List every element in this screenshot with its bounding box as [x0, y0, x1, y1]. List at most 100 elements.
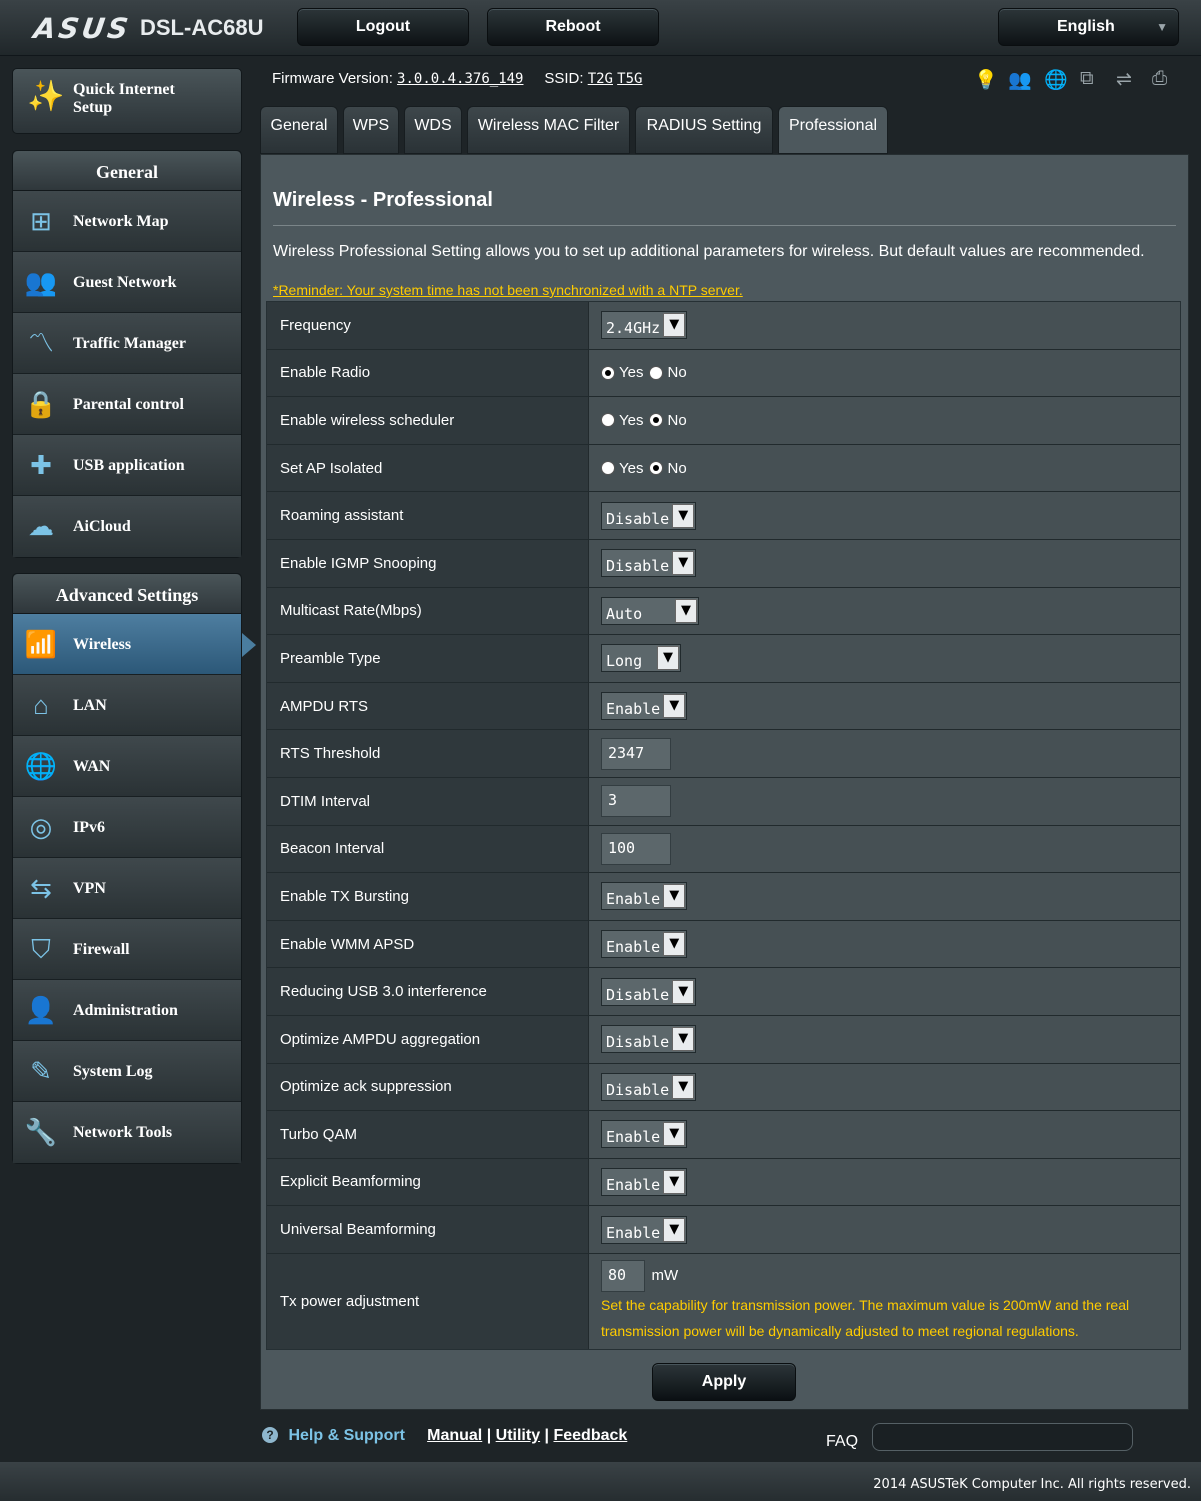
tx-bursting-select[interactable]: Enable ▼	[601, 882, 688, 911]
row-label: Universal Beamforming	[267, 1206, 589, 1253]
sidebar-item-aicloud[interactable]: ☁ AiCloud	[13, 496, 241, 557]
multicast-rate-select[interactable]: Auto ▼	[601, 596, 699, 625]
sidebar-item-wan[interactable]: 🌐 WAN	[13, 736, 241, 797]
ssid-24g-link[interactable]: T2G	[588, 71, 613, 87]
row-label: RTS Threshold	[267, 730, 589, 777]
ampdu-aggregation-select[interactable]: Disable ▼	[601, 1025, 697, 1054]
turbo-qam-select[interactable]: Enable ▼	[601, 1120, 688, 1149]
roaming-assistant-select[interactable]: Disable ▼	[601, 501, 697, 530]
sidebar-item-wireless[interactable]: 📶 Wireless	[13, 614, 241, 675]
chevron-down-icon: ▼	[672, 551, 695, 576]
ssid-5g-link[interactable]: T5G	[617, 71, 642, 87]
row-label: Enable Radio	[267, 349, 589, 397]
sidebar-item-label: Firewall	[73, 941, 130, 958]
tab-wps[interactable]: WPS	[343, 106, 399, 154]
ampdu-rts-select[interactable]: Enable ▼	[601, 692, 688, 721]
rts-threshold-input[interactable]: 2347	[601, 737, 671, 770]
sidebar-item-network-tools[interactable]: 🔧 Network Tools	[13, 1102, 241, 1163]
globe-icon[interactable]: 🌐	[1044, 68, 1068, 92]
sidebar-item-ipv6[interactable]: ◎ IPv6	[13, 797, 241, 858]
question-icon: ?	[262, 1427, 278, 1443]
universal-beamforming-select[interactable]: Enable ▼	[601, 1215, 688, 1244]
sidebar-item-administration[interactable]: 👤 Administration	[13, 980, 241, 1041]
ntp-reminder-link[interactable]: *Reminder: Your system time has not been…	[273, 282, 743, 298]
row-label: Reducing USB 3.0 interference	[267, 968, 589, 1015]
ap-isolated-no[interactable]: No	[649, 459, 687, 477]
sidebar-item-parental-control[interactable]: 🔒 Parental control	[13, 374, 241, 435]
tx-power-unit: mW	[651, 1266, 679, 1284]
select-value: Enable	[606, 890, 661, 909]
sidebar-item-label: WAN	[73, 758, 111, 775]
usb-icon[interactable]: ⇌	[1116, 68, 1132, 91]
preamble-type-select[interactable]: Long ▼	[601, 644, 681, 673]
logout-button[interactable]: Logout	[297, 8, 469, 46]
monitors-icon[interactable]: ⧉	[1080, 68, 1094, 90]
manual-link[interactable]: Manual	[427, 1427, 482, 1444]
table-row: Frequency 2.4GHz ▼	[267, 302, 1180, 350]
radio-checked	[649, 461, 664, 476]
chevron-down-icon: ▼	[672, 979, 695, 1004]
sidebar-item-guest-network[interactable]: 👥 Guest Network	[13, 252, 241, 313]
chevron-down-icon: ▼	[663, 1169, 686, 1194]
sidebar-item-lan[interactable]: ⌂ LAN	[13, 675, 241, 736]
sidebar-item-vpn[interactable]: ⇆ VPN	[13, 858, 241, 919]
enable-radio-no[interactable]: No	[649, 364, 687, 381]
faq-search-input[interactable]	[872, 1423, 1133, 1451]
bottom-bar: 2014 ASUSTeK Computer Inc. All rights re…	[0, 1462, 1201, 1501]
utility-link[interactable]: Utility	[496, 1427, 540, 1444]
asus-logo: ASUS	[31, 12, 134, 45]
tab-wireless-mac-filter[interactable]: Wireless MAC Filter	[467, 106, 630, 154]
tx-power-input[interactable]: 80	[601, 1259, 645, 1292]
row-label: DTIM Interval	[267, 777, 589, 825]
tab-radius-setting[interactable]: RADIUS Setting	[635, 106, 773, 154]
wifi-icon: 📶	[24, 629, 58, 659]
active-menu-pointer	[242, 633, 256, 657]
tab-general[interactable]: General	[260, 106, 338, 154]
firmware-version-link[interactable]: 3.0.0.4.376_149	[397, 71, 523, 87]
quick-internet-setup-button[interactable]: ✨ Quick Internet Setup	[12, 68, 242, 134]
language-select[interactable]: English ▼	[998, 8, 1179, 46]
ap-isolated-yes[interactable]: Yes	[601, 460, 643, 477]
frequency-select[interactable]: 2.4GHz ▼	[601, 311, 688, 340]
printer-icon[interactable]: ⎙	[1152, 68, 1167, 90]
scheduler-no[interactable]: No	[649, 412, 687, 429]
sidebar-item-usb-application[interactable]: ✚ USB application	[13, 435, 241, 496]
igmp-snooping-select[interactable]: Disable ▼	[601, 549, 697, 578]
row-label: Explicit Beamforming	[267, 1158, 589, 1206]
radio-label: No	[667, 459, 687, 477]
sidebar-item-firewall[interactable]: ⛉ Firewall	[13, 919, 241, 980]
ack-suppression-select[interactable]: Disable ▼	[601, 1072, 697, 1101]
row-label: Roaming assistant	[267, 492, 589, 539]
row-label: Enable IGMP Snooping	[267, 539, 589, 587]
explicit-beamforming-select[interactable]: Enable ▼	[601, 1167, 688, 1196]
feedback-link[interactable]: Feedback	[553, 1427, 627, 1444]
reboot-button[interactable]: Reboot	[487, 8, 659, 46]
enable-radio-yes[interactable]: Yes	[601, 364, 643, 381]
sidebar-item-label: AiCloud	[73, 518, 131, 535]
chevron-down-icon: ▼	[663, 313, 686, 338]
separator: |	[486, 1427, 492, 1444]
apply-button[interactable]: Apply	[652, 1363, 796, 1401]
chevron-down-icon: ▼	[675, 598, 697, 623]
quick-setup-label-line2: Setup	[73, 99, 113, 116]
beacon-interval-input[interactable]: 100	[601, 832, 671, 865]
firmware-status-line: Firmware Version: 3.0.0.4.376_149 SSID: …	[272, 70, 642, 87]
usb3-interference-select[interactable]: Disable ▼	[601, 977, 697, 1006]
sidebar-item-system-log[interactable]: ✎ System Log	[13, 1041, 241, 1102]
user-icon[interactable]: 👥	[1008, 68, 1032, 92]
traffic-icon: 〽	[27, 328, 54, 358]
network-map-icon: ⊞	[30, 206, 52, 236]
bulb-icon[interactable]: 💡	[974, 68, 998, 92]
sidebar-item-label: Traffic Manager	[73, 335, 186, 352]
tab-professional[interactable]: Professional	[778, 106, 888, 154]
sidebar-item-traffic-manager[interactable]: 〽 Traffic Manager	[13, 313, 241, 374]
scheduler-yes[interactable]: Yes	[601, 412, 643, 429]
dtim-interval-input[interactable]: 3	[601, 785, 671, 818]
row-label: Frequency	[267, 302, 589, 349]
copyright: 2014 ASUSTeK Computer Inc. All rights re…	[873, 1477, 1191, 1492]
sidebar-item-network-map[interactable]: ⊞ Network Map	[13, 191, 241, 252]
wmm-apsd-select[interactable]: Enable ▼	[601, 930, 688, 959]
row-label: Turbo QAM	[267, 1111, 589, 1158]
tab-wds[interactable]: WDS	[404, 106, 462, 154]
general-menu-header: General	[13, 151, 241, 191]
